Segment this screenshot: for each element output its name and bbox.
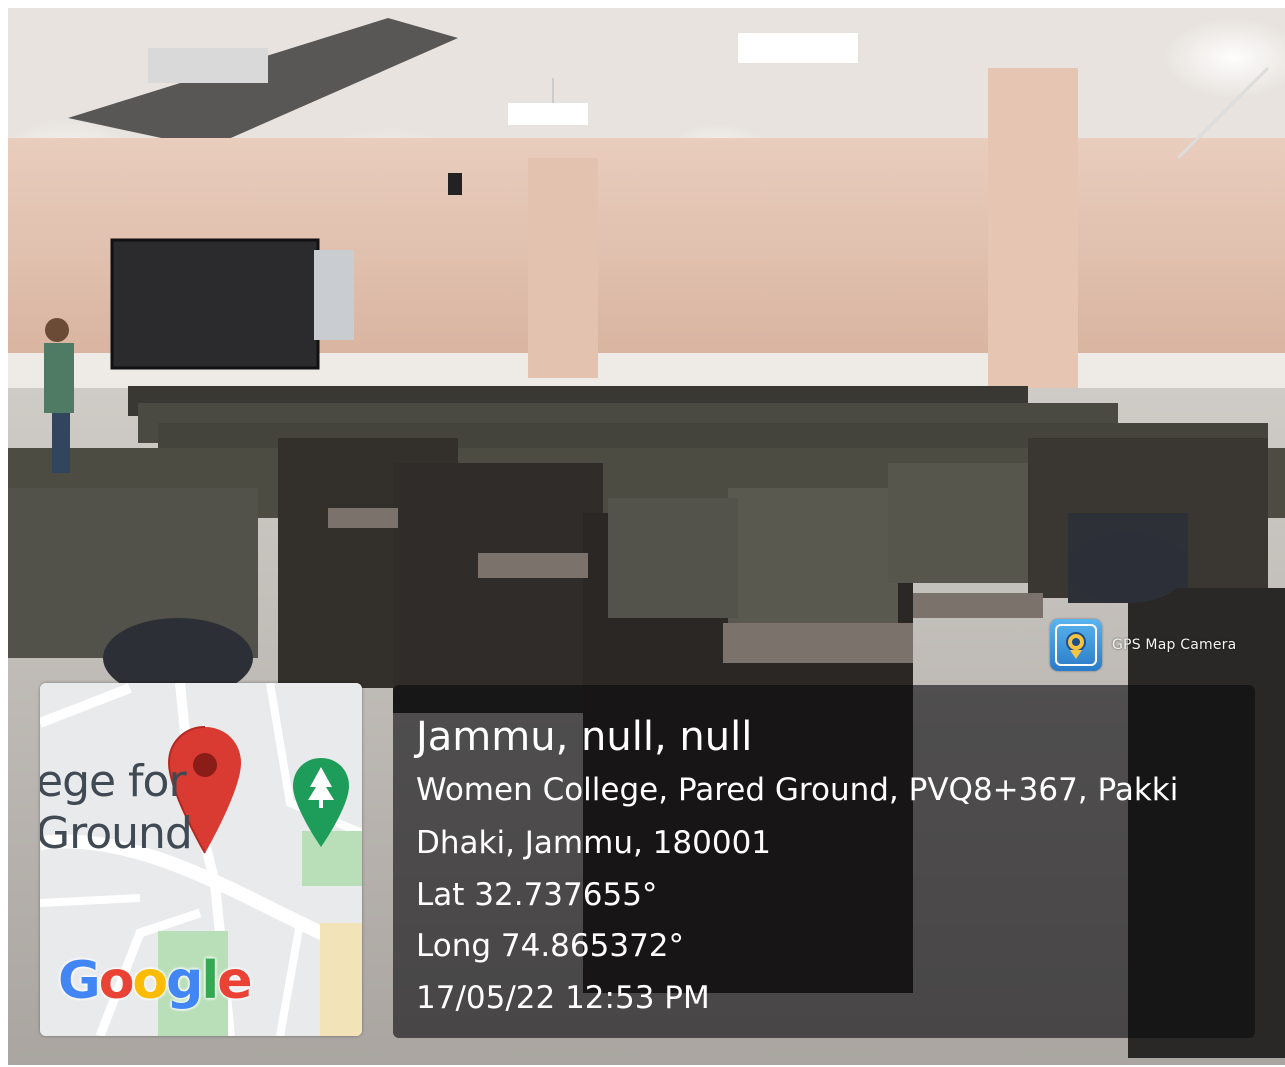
map-building-area [320,923,362,1036]
google-logo-letter: g [166,951,203,1011]
gps-map-camera-label: GPS Map Camera [1112,637,1237,653]
wall-display-screen [110,238,320,370]
chair [1068,533,1188,603]
longitude-text: Long 74.865372° [416,928,685,964]
google-logo: Google [58,955,253,1007]
ceiling-light [508,103,588,125]
address-line-1: Women College, Pared Ground, PVQ8+367, P… [416,772,1179,808]
google-logo-letter: o [98,951,135,1011]
gps-map-camera-badge: GPS Map Camera [1050,617,1236,673]
location-title: Jammu, null, null [416,714,753,760]
location-info-panel: Jammu, null, null Women College, Pared G… [393,685,1255,1038]
wall-speaker [448,173,462,195]
ceiling-light [738,33,858,63]
wall-pillar [988,68,1078,388]
google-logo-letter: G [58,951,101,1011]
map-pin-icon [167,726,241,854]
tree-marker-icon [293,758,349,847]
wall-panel-device [314,250,354,340]
latitude-text: Lat 32.737655° [416,877,658,913]
wall-pillar [528,158,598,378]
datetime-text: 17/05/22 12:53 PM [416,980,710,1016]
google-logo-letter: e [217,951,252,1011]
google-logo-letter: l [201,951,219,1011]
ceiling-ac-unit [148,48,268,83]
geotagged-photo-page: GPS Map Camera ege for Ground Google Jam… [0,0,1285,1067]
address-line-2: Dhaki, Jammu, 180001 [416,825,772,861]
google-logo-letter: o [132,951,168,1011]
gps-map-camera-icon [1050,619,1102,671]
